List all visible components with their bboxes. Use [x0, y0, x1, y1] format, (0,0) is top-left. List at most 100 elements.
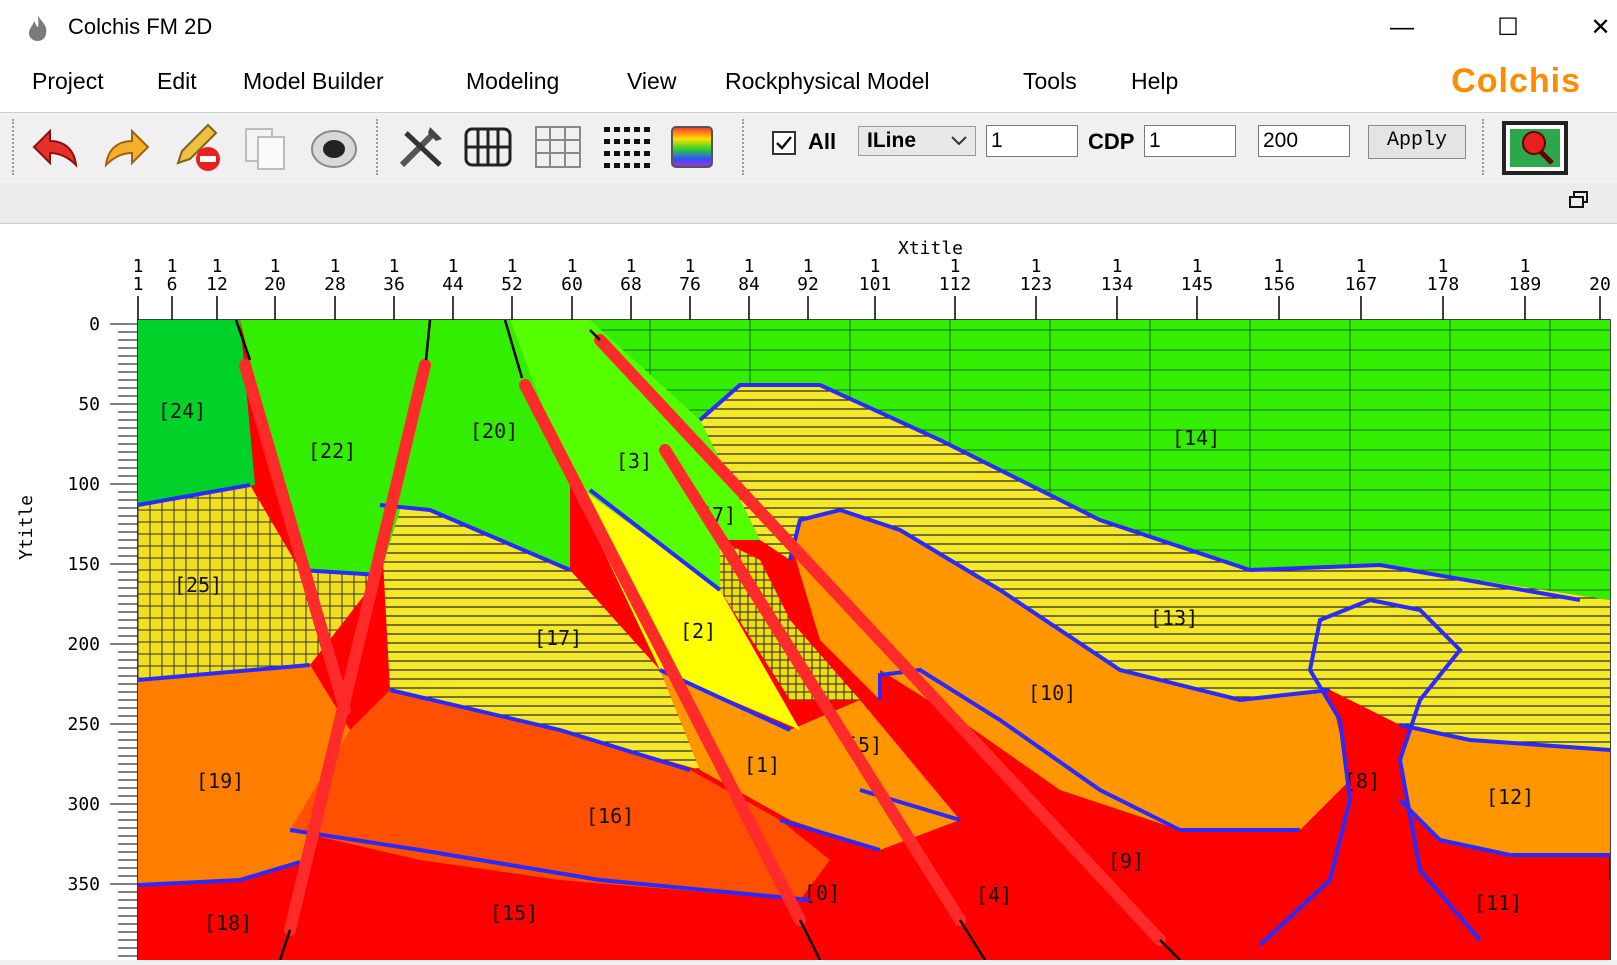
menu-bar: Project Edit Model Builder Modeling View… — [0, 56, 1617, 112]
toolbar-grip[interactable] — [376, 119, 382, 175]
document-strip — [0, 183, 1617, 224]
x-tick-label: 178 — [1427, 274, 1460, 295]
y-tick-label: 100 — [67, 474, 100, 495]
tools-icon[interactable] — [394, 119, 450, 175]
x-tick-label: 68 — [620, 274, 642, 295]
iline-input[interactable] — [986, 125, 1078, 157]
y-axis: 0 50 100 150 200 250 300 350 — [67, 314, 138, 957]
region-label-2: [2] — [680, 619, 716, 643]
cdp-label: CDP — [1088, 129, 1135, 154]
x-tick-label: 36 — [383, 274, 405, 295]
y-tick-label: 300 — [67, 794, 100, 815]
x-tick-label: 167 — [1345, 274, 1378, 295]
region-label-14: [14] — [1172, 426, 1220, 450]
y-tick-label: 350 — [67, 874, 100, 895]
y-tick-label: 0 — [89, 314, 100, 335]
x-axis: 1116112120128136144152160168176184192110… — [133, 256, 1611, 320]
x-tick-label: 6 — [167, 274, 178, 295]
region-label-22: [22] — [308, 439, 356, 463]
x-tick-label: 123 — [1020, 274, 1053, 295]
minimize-button[interactable]: — — [1380, 8, 1424, 48]
model-canvas[interactable]: [24] [22] [20] [3] [14] [25] [7] [17] [2… — [0, 224, 1617, 961]
y-axis-title: Ytitle — [16, 495, 37, 560]
undo-icon[interactable] — [28, 119, 84, 175]
region-label-13: [13] — [1150, 606, 1198, 630]
x-tick-label: 92 — [797, 274, 819, 295]
region-label-19: [19] — [196, 769, 244, 793]
title-bar: Colchis FM 2D — ☐ ✕ — [0, 0, 1617, 56]
range-input[interactable] — [1258, 125, 1350, 157]
y-tick-label: 200 — [67, 634, 100, 655]
line-type-value: ILine — [867, 129, 917, 152]
region-label-3: [3] — [616, 449, 652, 473]
line-type-select[interactable]: ILine — [858, 126, 976, 156]
region-label-20: [20] — [470, 419, 518, 443]
maximize-button[interactable]: ☐ — [1486, 8, 1530, 48]
x-tick-label: 44 — [442, 274, 464, 295]
record-icon[interactable] — [306, 119, 362, 175]
region-label-17: [17] — [534, 626, 582, 650]
redo-icon[interactable] — [98, 119, 154, 175]
region-label-1: [1] — [744, 753, 780, 777]
app-flame-icon — [29, 16, 47, 41]
colormap-icon[interactable] — [664, 119, 720, 175]
window-title: Colchis FM 2D — [68, 14, 213, 39]
region-label-16: [16] — [586, 804, 634, 828]
apply-button[interactable]: Apply — [1368, 125, 1466, 159]
abacus-icon[interactable] — [460, 119, 516, 175]
menu-edit[interactable]: Edit — [157, 68, 197, 95]
restore-window-icon[interactable] — [1569, 191, 1589, 209]
region-label-9: [9] — [1108, 849, 1144, 873]
x-tick-label: 28 — [324, 274, 346, 295]
toolbar-grip[interactable] — [742, 119, 748, 175]
close-button[interactable]: ✕ — [1584, 8, 1617, 48]
zoom-select-icon[interactable] — [1500, 119, 1570, 175]
copy-icon[interactable] — [238, 119, 294, 175]
x-tick-label: 134 — [1101, 274, 1134, 295]
region-label-15: [15] — [490, 901, 538, 925]
x-tick-label: 145 — [1181, 274, 1214, 295]
region-label-12: [12] — [1486, 785, 1534, 809]
all-checkbox[interactable] — [772, 131, 796, 155]
region-label-18: [18] — [204, 911, 252, 935]
model-plot: [24] [22] [20] [3] [14] [25] [7] [17] [2… — [0, 224, 1617, 961]
menu-view[interactable]: View — [627, 68, 676, 95]
region-label-11: [11] — [1474, 891, 1522, 915]
x-tick-label: 52 — [501, 274, 523, 295]
region-label-25: [25] — [174, 573, 222, 597]
x-tick-label: 20 — [264, 274, 286, 295]
region-label-24: [24] — [158, 399, 206, 423]
y-tick-label: 250 — [67, 714, 100, 735]
toolbar: All ILine CDP Apply — [0, 112, 1617, 184]
x-tick-label: 101 — [859, 274, 892, 295]
all-label: All — [808, 129, 837, 154]
menu-project[interactable]: Project — [32, 68, 104, 95]
menu-model-builder[interactable]: Model Builder — [243, 68, 384, 95]
x-tick-label: 189 — [1509, 274, 1542, 295]
x-tick-label: 76 — [679, 274, 701, 295]
x-tick-label: 84 — [738, 274, 760, 295]
region-label-4: [4] — [976, 883, 1012, 907]
y-tick-label: 50 — [78, 394, 100, 415]
brand-logo: Colchis — [1451, 62, 1581, 100]
x-tick-label: 20 — [1589, 274, 1611, 295]
menu-rockphysical-model[interactable]: Rockphysical Model — [725, 68, 930, 95]
grid-icon[interactable] — [530, 119, 586, 175]
toolbar-grip[interactable] — [12, 119, 18, 175]
edit-delete-icon[interactable] — [168, 119, 224, 175]
chevron-down-icon — [951, 136, 967, 146]
x-tick-label: 112 — [939, 274, 972, 295]
menu-modeling[interactable]: Modeling — [466, 68, 559, 95]
x-tick-label: 1 — [133, 274, 144, 295]
checkmark-icon — [776, 136, 792, 150]
x-tick-label: 60 — [561, 274, 583, 295]
toolbar-grip[interactable] — [1482, 119, 1488, 175]
region-label-10: [10] — [1028, 681, 1076, 705]
menu-help[interactable]: Help — [1131, 68, 1178, 95]
y-tick-label: 150 — [67, 554, 100, 575]
dots-grid-icon[interactable] — [598, 119, 654, 175]
x-tick-label: 12 — [206, 274, 228, 295]
x-tick-label: 156 — [1263, 274, 1296, 295]
menu-tools[interactable]: Tools — [1023, 68, 1077, 95]
cdp-input[interactable] — [1144, 125, 1236, 157]
